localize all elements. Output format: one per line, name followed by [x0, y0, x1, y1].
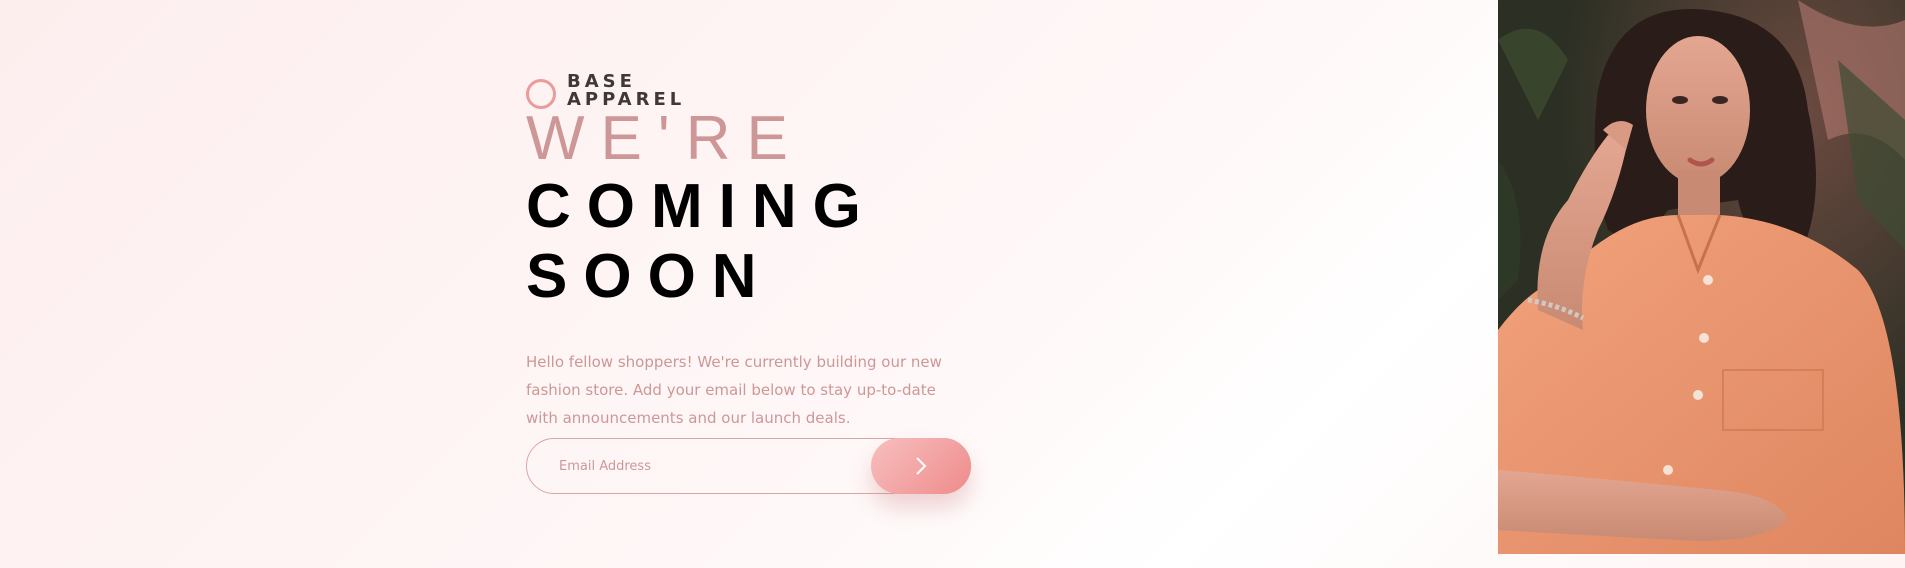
headline-strong-1: COMING — [526, 172, 877, 241]
subscribe-form — [526, 438, 971, 494]
chevron-right-icon — [916, 457, 927, 475]
main-content: BASE APPAREL WE'RE COMING SOON Hello fel… — [526, 72, 976, 494]
coming-soon-page: BASE APPAREL WE'RE COMING SOON Hello fel… — [0, 0, 1905, 568]
intro-description: Hello fellow shoppers! We're currently b… — [526, 353, 942, 427]
woman-in-peach-shirt-photo — [1498, 0, 1905, 554]
headline-strong-2: SOON — [526, 242, 773, 311]
headline-light: WE'RE — [526, 104, 804, 173]
page-headline: WE'RE COMING SOON — [526, 106, 976, 312]
submit-button[interactable] — [871, 438, 971, 494]
hero-image — [1498, 0, 1905, 554]
